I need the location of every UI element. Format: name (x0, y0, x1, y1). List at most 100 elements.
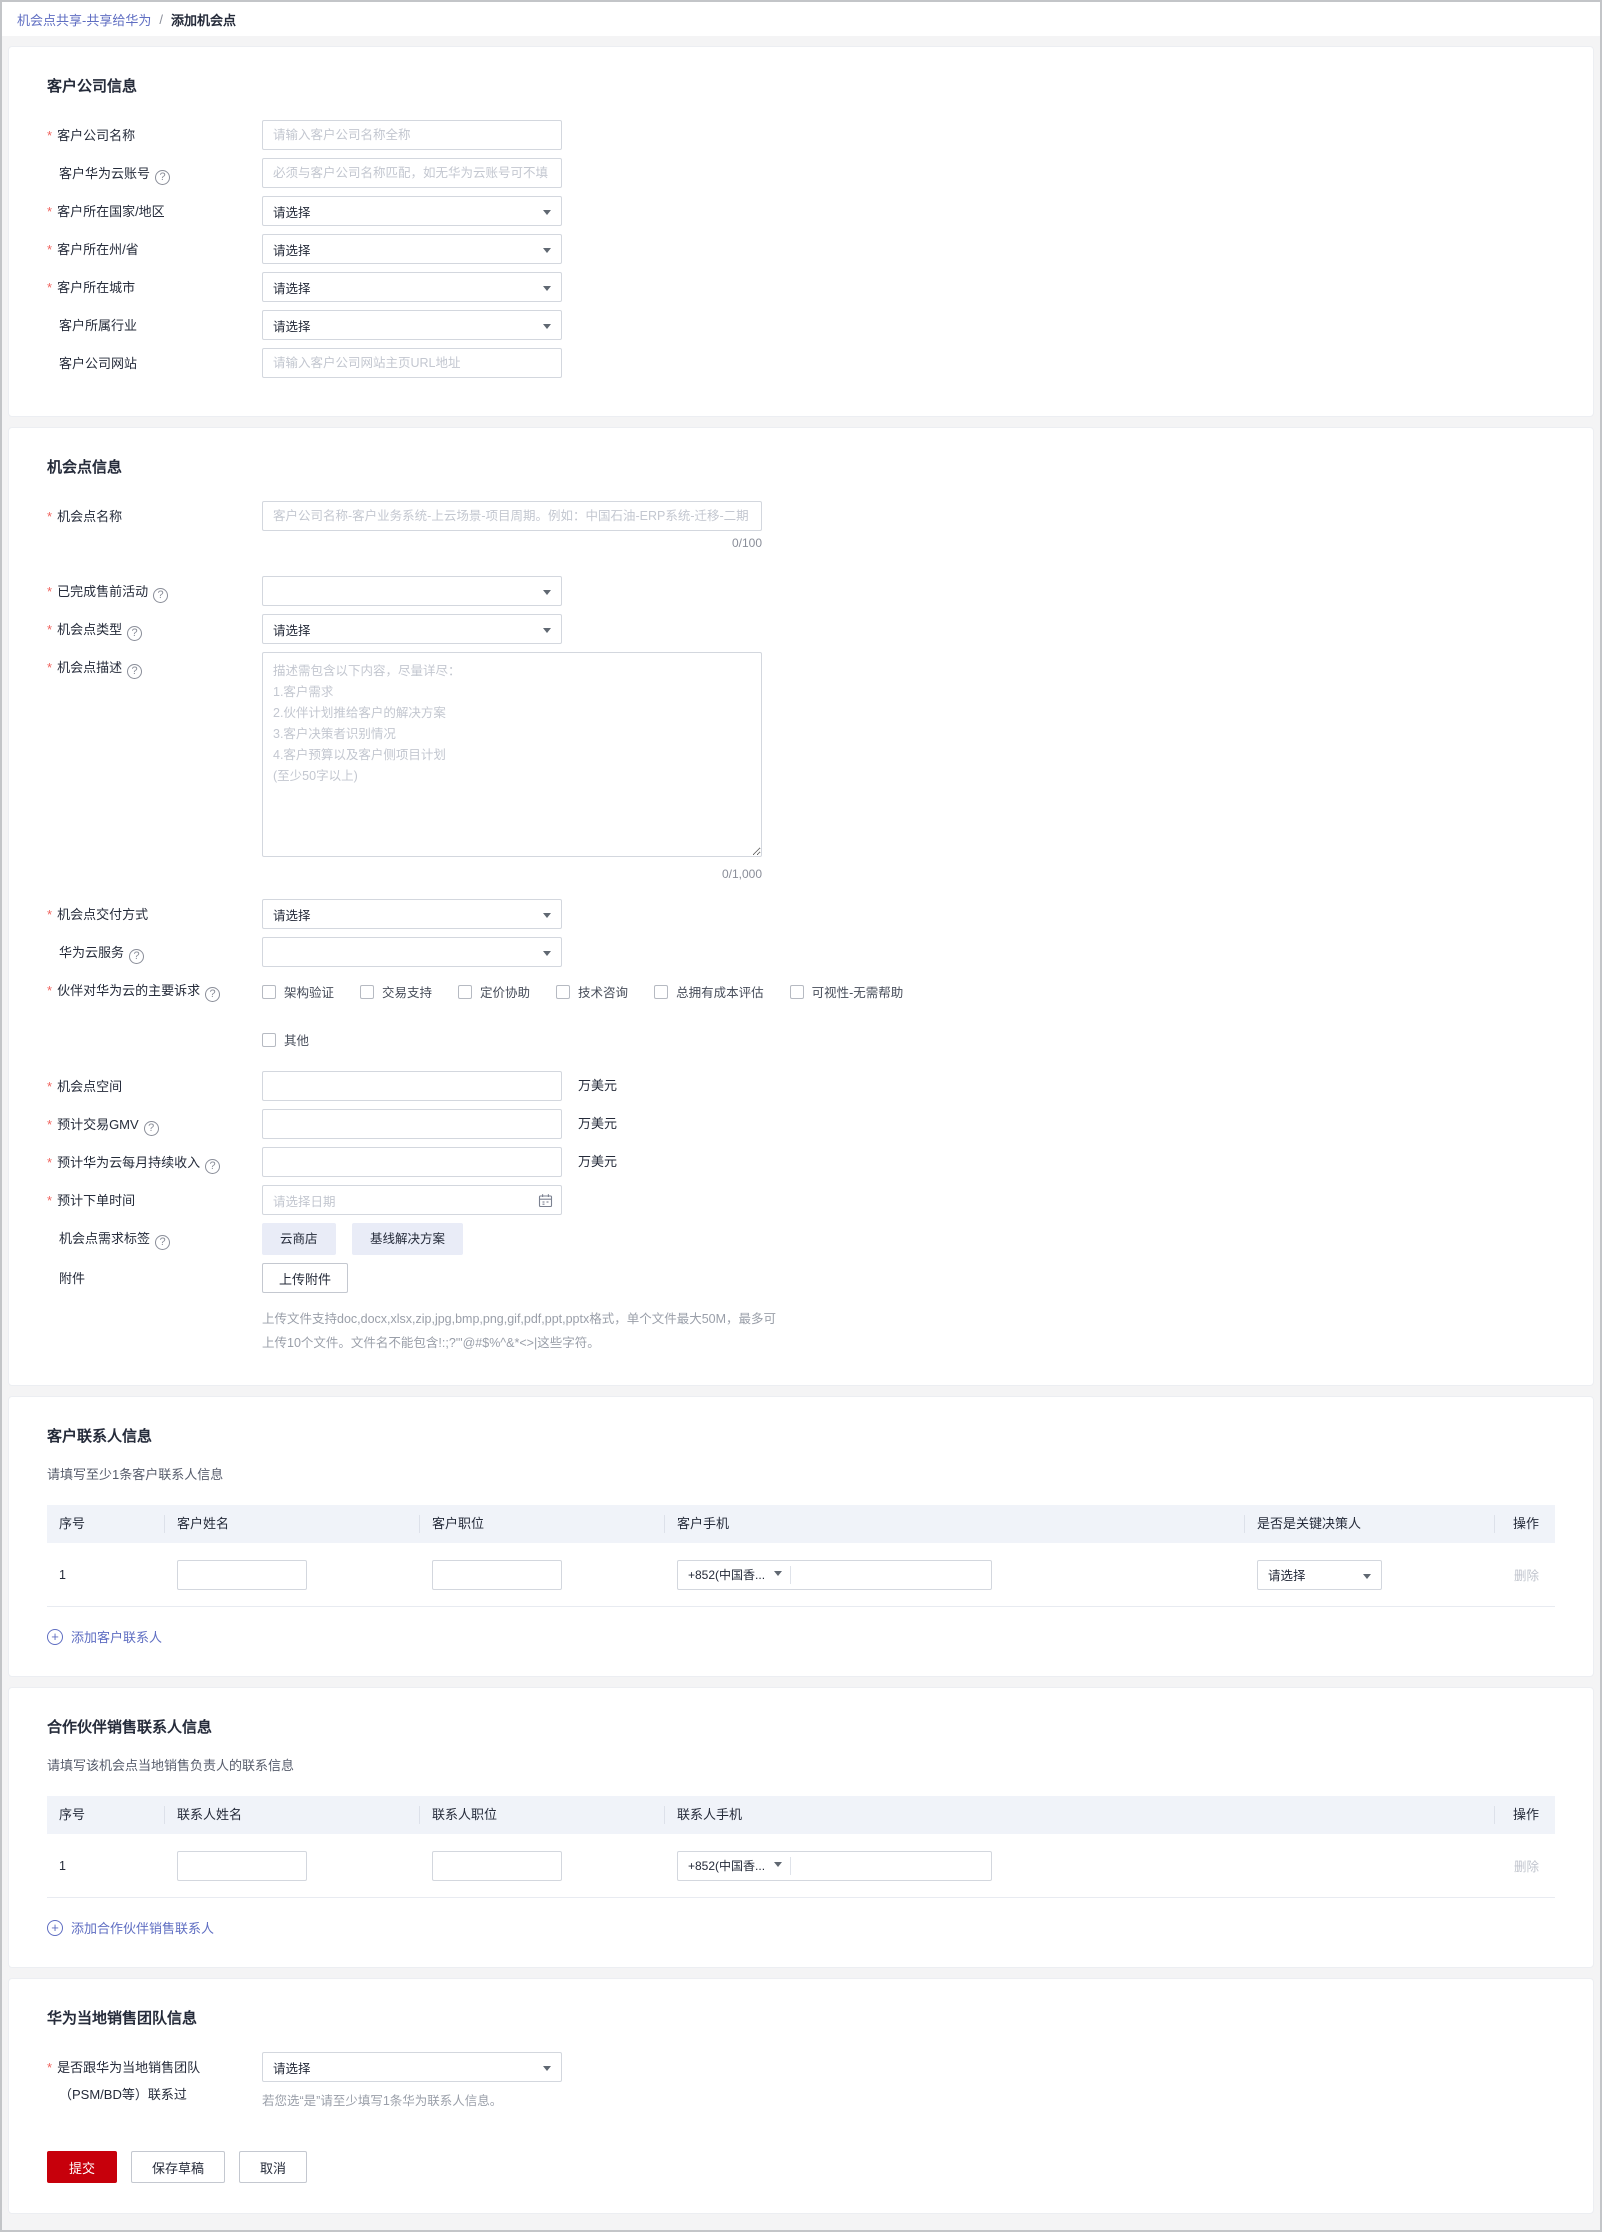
help-icon[interactable] (127, 664, 143, 679)
checkbox-icon[interactable] (458, 984, 473, 999)
appeal-row: * 伙伴对华为云的主要诉求 架构验证 交易支持 定价协助 技术咨询 总拥有成本评估… (47, 975, 1555, 1071)
attachment-hint: 上传文件支持doc,docx,xlsx,zip,jpg,bmp,png,gif,… (262, 1307, 1022, 1355)
gmv-row: * 预计交易GMV 万美元 (47, 1109, 1555, 1139)
breadcrumb: 机会点共享-共享给华为 / 添加机会点 (2, 2, 1600, 36)
company-city-select[interactable]: 请选择 (262, 272, 562, 302)
appeal-options-row1: 架构验证 交易支持 定价协助 技术咨询 总拥有成本评估 可视性-无需帮助 (262, 975, 1555, 1001)
required-star: * (47, 280, 53, 295)
gmv-input[interactable] (262, 1109, 562, 1139)
company-name-input[interactable] (262, 120, 562, 150)
checkbox-icon[interactable] (556, 984, 571, 999)
help-icon[interactable] (143, 1121, 159, 1136)
checkbox-icon[interactable] (360, 984, 375, 999)
checkbox-icon[interactable] (654, 984, 669, 999)
required-star: * (47, 622, 53, 637)
opportunity-desc-label: 机会点描述 (57, 660, 123, 675)
help-icon[interactable] (129, 949, 145, 964)
add-customer-contact-link[interactable]: 添加客户联系人 (47, 1627, 162, 1646)
huawei-contacted-select[interactable]: 请选择 (262, 2052, 562, 2082)
customer-contacts-table: 序号 客户姓名 客户职位 客户手机 是否是关键决策人 操作 1 +852(中国香… (47, 1505, 1555, 1607)
mrr-row: * 预计华为云每月持续收入 万美元 (47, 1147, 1555, 1177)
help-icon[interactable] (155, 1235, 171, 1250)
help-icon[interactable] (205, 987, 221, 1002)
checkbox-icon[interactable] (789, 984, 804, 999)
checkbox-option[interactable]: 总拥有成本评估 (654, 982, 764, 1001)
company-industry-row: 客户所属行业 请选择 (47, 310, 1555, 340)
partner-contacts-title: 合作伙伴销售联系人信息 (47, 1719, 213, 1736)
huawei-team-card: 华为当地销售团队信息 * 是否跟华为当地销售团队 （PSM/BD等）联系过 请选择… (8, 1978, 1594, 2214)
presales-select[interactable] (262, 576, 562, 606)
upload-attachment-button[interactable]: 上传附件 (262, 1263, 349, 1293)
company-state-label: 客户所在州/省 (57, 242, 139, 257)
delete-row-link[interactable]: 删除 (1514, 1860, 1539, 1874)
partner-phone-input[interactable] (791, 1852, 991, 1879)
add-partner-contact-link[interactable]: 添加合作伙伴销售联系人 (47, 1918, 214, 1937)
company-industry-select[interactable]: 请选择 (262, 310, 562, 340)
appeal-label: 伙伴对华为云的主要诉求 (57, 983, 201, 998)
checkbox-icon[interactable] (262, 984, 276, 999)
breadcrumb-parent-link[interactable]: 机会点共享-共享给华为 (17, 10, 151, 29)
mrr-label: 预计华为云每月持续收入 (57, 1155, 201, 1170)
mrr-input[interactable] (262, 1147, 562, 1177)
mrr-unit: 万美元 (578, 1154, 618, 1169)
order-date-input[interactable]: 请选择日期 (262, 1185, 562, 1215)
company-name-row: * 客户公司名称 (47, 120, 1555, 150)
presales-row: * 已完成售前活动 (47, 576, 1555, 606)
calendar-icon[interactable] (538, 1193, 553, 1211)
cancel-button[interactable]: 取消 (239, 2151, 308, 2183)
phone-country-select[interactable]: +852(中国香... (678, 1566, 790, 1583)
opportunity-name-row: * 机会点名称 0/100 (47, 501, 1555, 550)
opportunity-name-counter: 0/100 (731, 536, 762, 550)
company-country-select[interactable]: 请选择 (262, 196, 562, 226)
required-star: * (47, 1155, 53, 1170)
phone-country-select[interactable]: +852(中国香... (678, 1857, 790, 1874)
space-label: 机会点空间 (57, 1079, 123, 1094)
checkbox-option[interactable]: 其他 (262, 1030, 309, 1049)
table-row: 1 +852(中国香... 请选择 删除 (47, 1543, 1555, 1607)
opportunity-name-input[interactable] (262, 501, 762, 531)
checkbox-icon[interactable] (262, 1032, 276, 1047)
space-input[interactable] (262, 1071, 562, 1101)
checkbox-option[interactable]: 架构验证 (262, 982, 334, 1001)
decision-maker-select[interactable]: 请选择 (1257, 1559, 1382, 1590)
company-website-row: 客户公司网站 (47, 348, 1555, 378)
appeal-options-row2: 其他 (262, 1023, 1555, 1049)
required-star: * (47, 1079, 53, 1094)
attachment-hint-line1: 上传文件支持doc,docx,xlsx,zip,jpg,bmp,png,gif,… (262, 1312, 777, 1326)
checkbox-option[interactable]: 交易支持 (360, 982, 432, 1001)
customer-title-input[interactable] (432, 1559, 562, 1590)
required-star: * (47, 907, 53, 922)
customer-phone-input[interactable] (791, 1561, 991, 1588)
save-draft-button[interactable]: 保存草稿 (131, 2151, 226, 2183)
delivery-label: 机会点交付方式 (57, 907, 149, 922)
company-account-input[interactable] (262, 158, 562, 188)
space-unit: 万美元 (578, 1078, 618, 1093)
hwc-service-select[interactable] (262, 937, 562, 967)
huawei-contacted-label: 是否跟华为当地销售团队 (57, 2060, 201, 2075)
company-city-label: 客户所在城市 (57, 280, 136, 295)
help-icon[interactable] (155, 170, 171, 185)
help-icon[interactable] (153, 588, 169, 603)
checkbox-option[interactable]: 可视性-无需帮助 (789, 982, 903, 1001)
opportunity-type-row: * 机会点类型 请选择 (47, 614, 1555, 644)
customer-name-input[interactable] (177, 1559, 307, 1590)
company-website-input[interactable] (262, 348, 562, 378)
checkbox-option[interactable]: 技术咨询 (556, 982, 628, 1001)
required-star: * (47, 509, 53, 524)
customer-contacts-subtitle: 请填写至少1条客户联系人信息 (47, 1467, 224, 1482)
opportunity-type-select[interactable]: 请选择 (262, 614, 562, 644)
help-icon[interactable] (127, 626, 143, 641)
attachment-label: 附件 (59, 1271, 86, 1286)
submit-button[interactable]: 提交 (47, 2151, 118, 2183)
delete-row-link[interactable]: 删除 (1514, 1569, 1539, 1583)
partner-name-input[interactable] (177, 1850, 307, 1881)
company-state-select[interactable]: 请选择 (262, 234, 562, 264)
partner-title-input[interactable] (432, 1850, 562, 1881)
tag-cloud-store[interactable]: 云商店 (262, 1223, 336, 1255)
opportunity-desc-textarea[interactable] (262, 652, 762, 857)
tag-baseline-solution[interactable]: 基线解决方案 (351, 1223, 463, 1255)
delivery-select[interactable]: 请选择 (262, 899, 562, 929)
company-industry-label: 客户所属行业 (59, 318, 138, 333)
checkbox-option[interactable]: 定价协助 (458, 982, 530, 1001)
help-icon[interactable] (205, 1159, 221, 1174)
